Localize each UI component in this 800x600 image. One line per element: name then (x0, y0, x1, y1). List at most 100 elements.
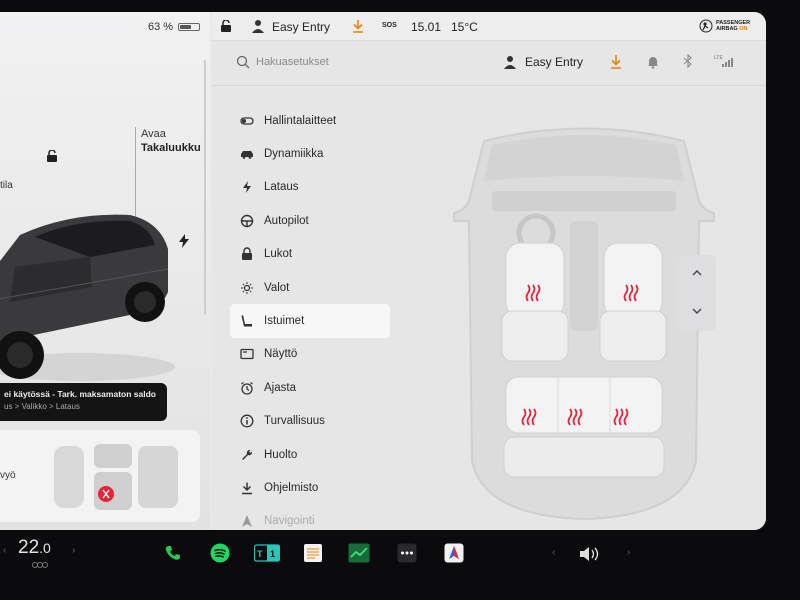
menu-item-lukot[interactable]: Lukot (230, 238, 390, 271)
spotify-icon[interactable] (209, 542, 231, 564)
menu-item-lataus[interactable]: Lataus (230, 171, 390, 204)
unlock-icon[interactable] (46, 150, 58, 162)
unlock-icon[interactable] (220, 20, 232, 32)
lock-icon (242, 247, 252, 261)
bottom-dock: ‹ 22.0 › T1 ‹ › (0, 530, 800, 600)
display-icon (240, 349, 254, 360)
wrench-icon (242, 449, 253, 460)
temp-down-chevron-icon[interactable]: ‹ (3, 545, 6, 556)
menu-item-navigointi[interactable]: Navigointi (230, 505, 390, 530)
charge-port-icon[interactable] (178, 234, 190, 248)
menu-item-valot[interactable]: Valot (230, 271, 390, 304)
notes-icon[interactable] (302, 542, 324, 564)
menu-item-label: Huolto (264, 448, 298, 461)
car-3d-image (0, 214, 175, 381)
menu-item-hallintalaitteet[interactable]: Hallintalaitteet (230, 104, 390, 137)
menu-item-label: Ohjelmisto (264, 481, 319, 494)
info-icon (240, 414, 254, 428)
light-icon (241, 281, 253, 294)
profile-label[interactable]: Easy Entry (272, 20, 330, 34)
menu-item-label: Lataus (264, 181, 299, 194)
menu-item-näyttö[interactable]: Näyttö (230, 338, 390, 371)
bluetooth-icon[interactable] (683, 54, 693, 69)
battery-percent: 63 % (148, 21, 174, 33)
seatbelt-label: vyö (0, 470, 16, 481)
menu-item-label: Turvallisuus (264, 415, 325, 428)
trunk-button[interactable]: Avaa Takaluukku (141, 127, 201, 155)
volume-icon[interactable] (578, 544, 602, 564)
climate-fan-icon[interactable] (32, 561, 48, 569)
cabin-temperature[interactable]: 22.0 (18, 537, 51, 559)
download-icon[interactable] (352, 19, 364, 33)
settings-panel: Easy Entry LTE Hallintalaitteet Dynamiikk… (212, 41, 766, 530)
left-panel-scrollbar[interactable] (204, 60, 206, 315)
airbag-text: PASSENGER AIRBAG ON (716, 20, 750, 33)
airbag-state: ON (739, 26, 748, 32)
chevron-up-icon (692, 269, 702, 275)
charging-toast[interactable]: ei käytössä - Tark. maksamaton saldo us … (0, 383, 167, 421)
volume-up-chevron-icon[interactable]: › (627, 547, 630, 558)
profile-icon[interactable] (252, 19, 264, 33)
menu-item-istuimet[interactable]: Istuimet (230, 304, 390, 338)
airbag-line2: AIRBAG ON (716, 26, 750, 33)
battery-fill (180, 25, 192, 29)
svg-text:1: 1 (270, 549, 275, 559)
download-icon[interactable] (610, 54, 622, 69)
menu-item-label: Istuimet (264, 315, 305, 328)
menu-item-ohjelmisto[interactable]: Ohjelmisto (230, 471, 390, 504)
svg-text:T: T (257, 549, 263, 559)
settings-search-input[interactable] (256, 51, 456, 73)
chevron-down-icon (692, 308, 702, 314)
profile-icon[interactable] (504, 55, 516, 69)
car-icon (241, 151, 253, 159)
display-area: 63 % Avaa Takaluukku tila ei käytössä - … (0, 12, 766, 530)
seat-down-button[interactable] (678, 293, 716, 331)
bolt-icon (243, 181, 251, 194)
bell-icon[interactable] (647, 55, 659, 69)
menu-item-ajasta[interactable]: Ajasta (230, 371, 390, 404)
menu-item-autopilot[interactable]: Autopilot (230, 204, 390, 237)
front-left-seat (501, 242, 569, 362)
settings-header: Easy Entry LTE (212, 41, 766, 86)
battery-indicator: 63 % (148, 21, 201, 33)
stocks-icon[interactable] (348, 542, 370, 564)
seat-up-button[interactable] (678, 255, 716, 293)
calendar-icon[interactable]: T1 (254, 542, 280, 564)
search-icon (236, 55, 250, 69)
menu-item-label: Autopilot (264, 214, 309, 227)
lte-signal-icon: LTE (714, 55, 733, 67)
passenger-airbag-indicator: PASSENGER AIRBAG ON (699, 15, 757, 37)
alarm-clock-icon (241, 381, 253, 395)
airbag-icon (699, 19, 713, 33)
temp-up-chevron-icon[interactable]: › (72, 545, 75, 556)
menu-item-huolto[interactable]: Huolto (230, 438, 390, 471)
menu-item-label: Lukot (264, 248, 293, 261)
settings-menu: Hallintalaitteet Dynamiikka Lataus Autopilo… (230, 104, 390, 530)
toast-title: ei käytössä - Tark. maksamaton saldo (4, 389, 156, 399)
trunk-action-label: Avaa (141, 128, 166, 140)
front-right-seat (599, 242, 667, 362)
frunk-button[interactable]: tila (0, 180, 13, 191)
navigation-app-icon[interactable] (443, 542, 465, 564)
tesla-screen: 63 % Avaa Takaluukku tila ei käytössä - … (0, 0, 800, 600)
menu-item-turvallisuus[interactable]: Turvallisuus (230, 405, 390, 438)
seat-map-icon (54, 444, 178, 510)
menu-item-label: Hallintalaitteet (264, 114, 337, 127)
trunk-label: Takaluukku (141, 142, 201, 154)
seatbelt-card[interactable]: vyö (0, 430, 200, 522)
menu-item-label: Dynamiikka (264, 148, 324, 161)
rear-bench (503, 376, 665, 478)
more-icon[interactable] (396, 542, 418, 564)
driver-profile-label[interactable]: Easy Entry (525, 55, 583, 69)
navigation-icon (242, 515, 252, 528)
phone-icon[interactable] (162, 542, 184, 564)
menu-item-dynamiikka[interactable]: Dynamiikka (230, 137, 390, 170)
sos-button[interactable]: SOS (382, 22, 397, 29)
menu-item-label: Valot (264, 281, 290, 294)
toggle-icon (240, 117, 254, 125)
volume-down-chevron-icon[interactable]: ‹ (552, 547, 555, 558)
menu-item-label: Navigointi (264, 515, 315, 528)
seat-icon (241, 315, 252, 327)
cabin-temp-value: 22 (18, 537, 40, 558)
toast-path: us > Valikko > Lataus (4, 402, 80, 411)
